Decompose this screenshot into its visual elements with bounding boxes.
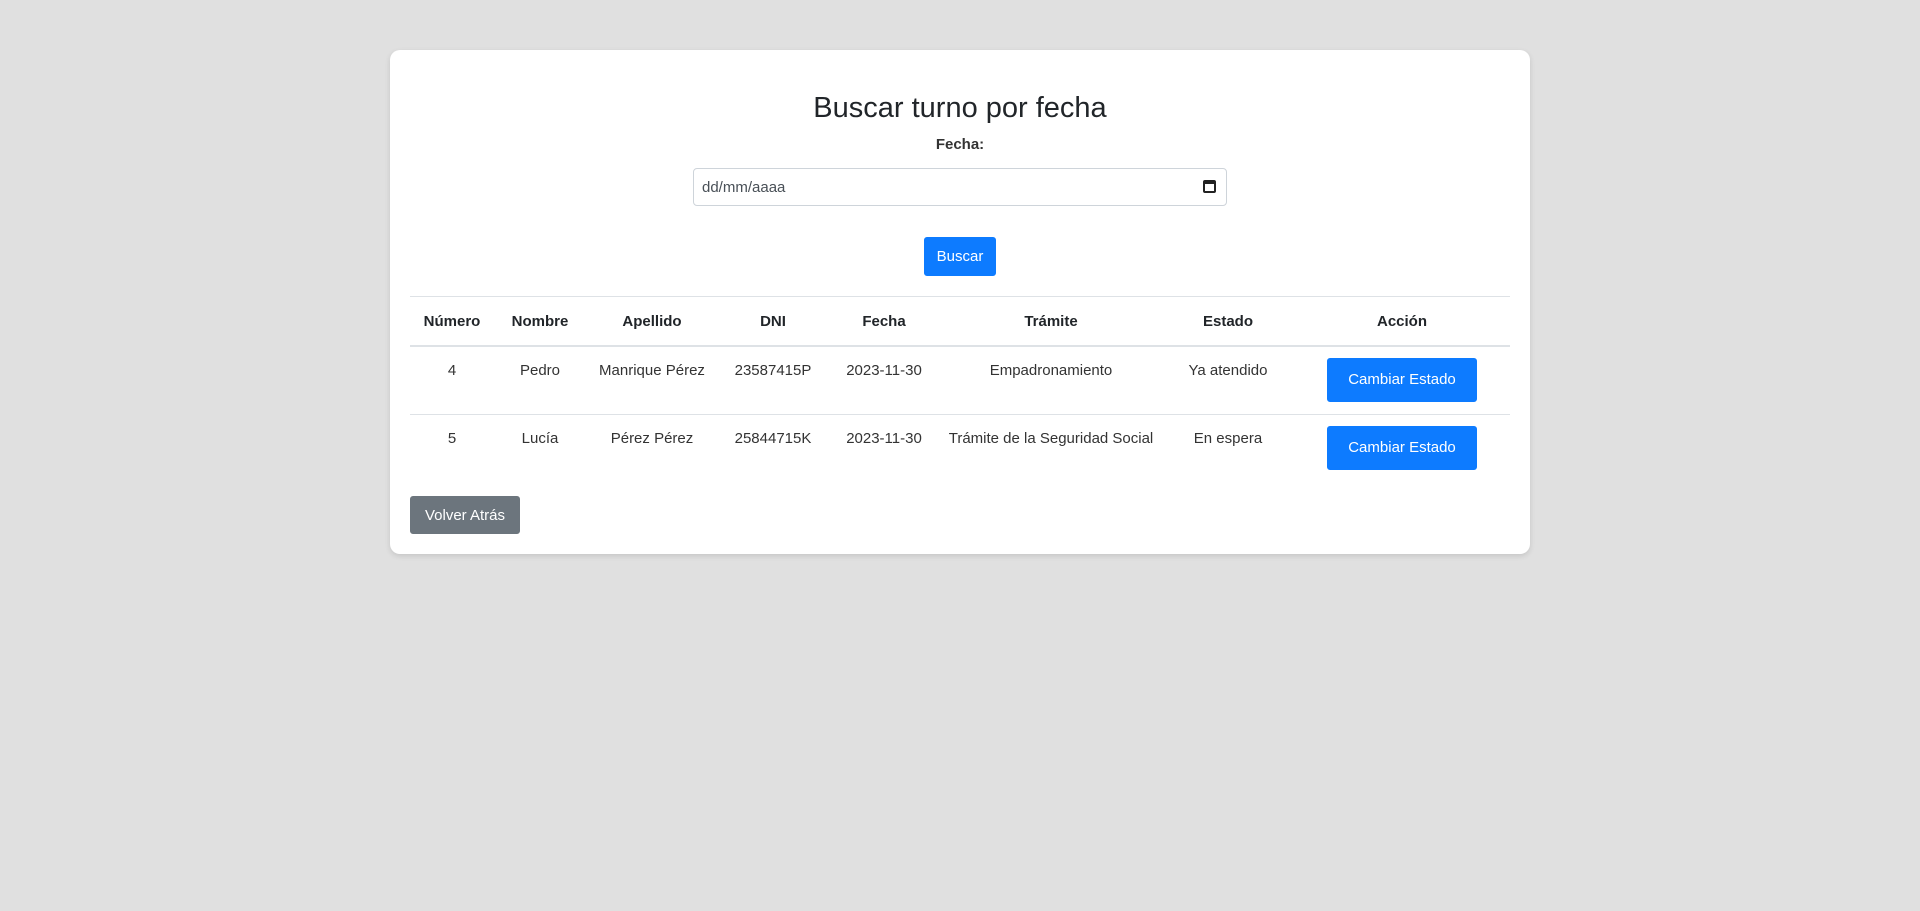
cell-apellido: Pérez Pérez: [610, 429, 694, 447]
table-row: 5 Lucía Pérez Pérez 25844715K 2023-11-30…: [410, 414, 1510, 482]
date-field[interactable]: [693, 168, 1227, 206]
date-input[interactable]: [694, 169, 1226, 205]
table-row: 4 Pedro Manrique Pérez 23587415P 2023-11…: [410, 346, 1510, 415]
cell-nombre: Pedro: [494, 346, 586, 415]
cell-accion: Cambiar Estado: [1294, 414, 1510, 482]
header-estado: Estado: [1162, 296, 1294, 347]
cell-numero: 5: [447, 429, 457, 447]
header-numero: Número: [410, 296, 494, 347]
cell-numero: 4: [410, 346, 494, 415]
cell-fecha: 2023-11-30: [846, 429, 922, 447]
header-apellido: Apellido: [586, 296, 718, 347]
date-label: Fecha:: [935, 136, 985, 153]
calendar-icon[interactable]: [1203, 180, 1216, 193]
header-tramite: Trámite: [940, 296, 1162, 347]
back-button[interactable]: Volver Atrás: [410, 496, 520, 534]
table-header-row: Número Nombre Apellido DNI Fecha Trámite…: [410, 296, 1510, 347]
search-button[interactable]: Buscar: [924, 237, 996, 276]
appointments-table: Número Nombre Apellido DNI Fecha Trámite…: [410, 296, 1510, 482]
cell-estado: Ya atendido: [1162, 346, 1294, 415]
cell-dni: 23587415P: [718, 346, 828, 415]
cell-estado: En espera: [1193, 429, 1263, 447]
header-nombre: Nombre: [494, 296, 586, 347]
cell-apellido: Manrique Pérez: [586, 346, 718, 415]
header-dni: DNI: [718, 296, 828, 347]
cell-tramite: Trámite de la Seguridad Social: [948, 429, 1154, 447]
cell-fecha: 2023-11-30: [828, 346, 940, 415]
change-state-button[interactable]: Cambiar Estado: [1327, 425, 1477, 470]
cell-nombre: Lucía: [521, 429, 559, 447]
cell-dni: 25844715K: [734, 429, 812, 447]
change-state-button[interactable]: Cambiar Estado: [1327, 358, 1477, 402]
header-accion: Acción: [1294, 296, 1510, 347]
search-card: Buscar turno por fecha Fecha: Buscar Núm…: [390, 50, 1530, 554]
cell-tramite: Empadronamiento: [940, 346, 1162, 415]
cell-accion: Cambiar Estado: [1294, 346, 1510, 415]
page-title: Buscar turno por fecha: [813, 92, 1107, 124]
header-fecha: Fecha: [828, 296, 940, 347]
